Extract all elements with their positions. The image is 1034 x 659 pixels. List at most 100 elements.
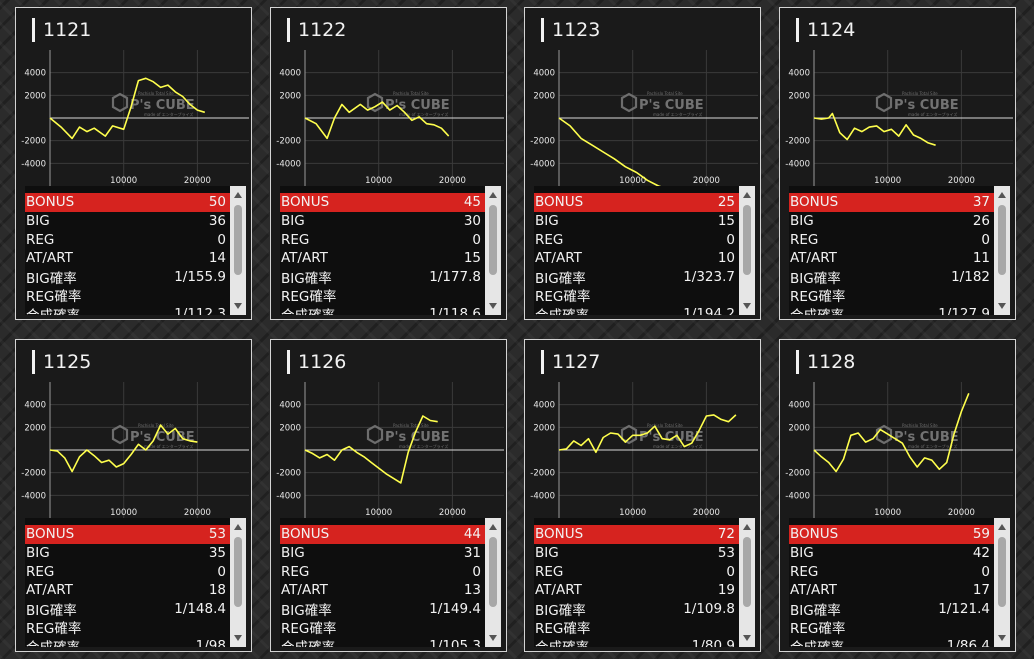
scroll-down-arrow-icon[interactable]	[743, 635, 751, 641]
machine-card[interactable]: 1128 P's CUBE Pachislo Total Site made of エ…	[779, 339, 1016, 652]
machine-card[interactable]: 1125 P's CUBE Pachislo Total Site made of エ…	[15, 339, 252, 652]
scroll-up-arrow-icon[interactable]	[743, 524, 751, 530]
stats-scrollbar[interactable]	[485, 186, 501, 315]
stat-label: AT/ART	[26, 250, 73, 267]
stat-value: 42	[972, 545, 990, 562]
scroll-down-arrow-icon[interactable]	[998, 635, 1006, 641]
machine-card[interactable]: 1124 P's CUBE Pachislo Total Site made of エ…	[779, 7, 1016, 320]
scroll-thumb[interactable]	[489, 537, 497, 607]
y-tick-label: -2000	[530, 469, 555, 479]
bonus-row: BONUS 44	[280, 525, 485, 544]
scroll-thumb[interactable]	[234, 537, 242, 607]
stats-scrollbar[interactable]	[739, 186, 755, 315]
stat-label: 合成確率	[281, 304, 335, 315]
stats-table: BONUS 50 BIG 36 REG 0 AT/ART 14 BIG確率 1/155.9 REG確…	[25, 186, 246, 315]
scroll-down-arrow-icon[interactable]	[743, 303, 751, 309]
x-tick-label: 20000	[184, 176, 211, 186]
stats-scrollbar[interactable]	[739, 518, 755, 647]
watermark-brand: P's CUBE	[130, 98, 195, 113]
machine-card[interactable]: 1126 P's CUBE Pachislo Total Site made of エ…	[270, 339, 507, 652]
scroll-thumb[interactable]	[234, 205, 242, 275]
scroll-down-arrow-icon[interactable]	[234, 303, 242, 309]
reg-row: REG 0	[789, 231, 994, 250]
y-tick-label: -4000	[276, 491, 301, 501]
reg-row: REG 0	[280, 563, 485, 582]
watermark-tagline-bottom: made of エンタープライズ	[144, 111, 193, 117]
bonus-row: BONUS 37	[789, 193, 994, 212]
slump-graph: P's CUBE Pachislo Total Site made of エンタープ…	[16, 380, 251, 520]
y-tick-label: 2000	[279, 91, 301, 101]
stat-value: 10	[717, 250, 735, 267]
scroll-thumb[interactable]	[998, 205, 1006, 275]
stat-value: 0	[472, 563, 481, 580]
stat-value: 1/194.2	[683, 305, 735, 315]
stats-table: BONUS 25 BIG 15 REG 0 AT/ART 10 BIG確率 1/323.7 REG確…	[534, 186, 755, 315]
scroll-up-arrow-icon[interactable]	[998, 192, 1006, 198]
stats-scrollbar[interactable]	[994, 518, 1010, 647]
watermark-tagline-top: Pachislo Total Site	[902, 91, 938, 96]
y-tick-label: -4000	[785, 491, 810, 501]
scroll-down-arrow-icon[interactable]	[489, 635, 497, 641]
stats-scrollbar[interactable]	[994, 186, 1010, 315]
y-tick-label: -4000	[530, 159, 555, 169]
scroll-up-arrow-icon[interactable]	[234, 524, 242, 530]
stat-value: 0	[472, 231, 481, 248]
big-row: BIG 15	[534, 212, 739, 231]
y-tick-label: 2000	[788, 423, 810, 433]
stat-label: BONUS	[790, 526, 839, 543]
big-rate-row: BIG確率 1/177.8	[280, 268, 485, 287]
scroll-up-arrow-icon[interactable]	[489, 192, 497, 198]
stats-scrollbar[interactable]	[230, 518, 246, 647]
bonus-row: BONUS 50	[25, 193, 230, 212]
stats-scrollbar[interactable]	[485, 518, 501, 647]
stat-label: AT/ART	[535, 250, 582, 267]
x-tick-label: 20000	[439, 176, 466, 186]
y-tick-label: -2000	[785, 469, 810, 479]
machine-card[interactable]: 1123 P's CUBE Pachislo Total Site made of エ…	[524, 7, 761, 320]
scroll-up-arrow-icon[interactable]	[234, 192, 242, 198]
stats-scrollbar[interactable]	[230, 186, 246, 315]
stat-value: 15	[717, 213, 735, 230]
machine-card[interactable]: 1127 P's CUBE Pachislo Total Site made of エ…	[524, 339, 761, 652]
big-row: BIG 31	[280, 544, 485, 563]
scroll-thumb[interactable]	[743, 537, 751, 607]
watermark-tagline-top: Pachislo Total Site	[647, 423, 683, 428]
stat-value: 1/121.4	[938, 600, 990, 617]
machine-number: 1126	[287, 350, 346, 374]
stat-value: 25	[717, 194, 735, 211]
stat-label: 合成確率	[535, 636, 589, 647]
scroll-down-arrow-icon[interactable]	[489, 303, 497, 309]
stat-label: BIG	[281, 545, 305, 562]
scroll-down-arrow-icon[interactable]	[234, 635, 242, 641]
stat-label: 合成確率	[26, 636, 80, 647]
scroll-thumb[interactable]	[489, 205, 497, 275]
machine-card[interactable]: 1122 P's CUBE Pachislo Total Site made of エ…	[270, 7, 507, 320]
slump-graph: P's CUBE Pachislo Total Site made of エンタープ…	[780, 48, 1015, 188]
bonus-row: BONUS 53	[25, 525, 230, 544]
scroll-thumb[interactable]	[998, 537, 1006, 607]
stat-label: BIG確率	[535, 270, 586, 287]
stat-label: REG	[790, 563, 819, 580]
stat-value: 14	[208, 250, 226, 267]
slump-graph: P's CUBE Pachislo Total Site made of エンタープ…	[271, 380, 506, 520]
y-tick-label: -2000	[276, 469, 301, 479]
stat-value: 1/155.9	[174, 268, 226, 285]
stats-table: BONUS 53 BIG 35 REG 0 AT/ART 18 BIG確率 1/148.4 REG確…	[25, 518, 246, 647]
watermark-tagline-top: Pachislo Total Site	[902, 423, 938, 428]
y-tick-label: -4000	[785, 159, 810, 169]
atart-row: AT/ART 11	[789, 249, 994, 268]
stat-value: 53	[717, 545, 735, 562]
big-rate-row: BIG確率 1/155.9	[25, 268, 230, 287]
scroll-up-arrow-icon[interactable]	[998, 524, 1006, 530]
scroll-thumb[interactable]	[743, 205, 751, 275]
cube-icon	[111, 92, 129, 113]
stat-label: AT/ART	[790, 582, 837, 599]
scroll-up-arrow-icon[interactable]	[489, 524, 497, 530]
scroll-down-arrow-icon[interactable]	[998, 303, 1006, 309]
reg-row: REG 0	[789, 563, 994, 582]
stat-value: 1/182	[951, 268, 990, 285]
machine-card[interactable]: 1121 P's CUBE Pachislo Total Site made of エ…	[15, 7, 252, 320]
x-tick-label: 20000	[184, 508, 211, 518]
stat-value: 1/177.8	[429, 268, 481, 285]
scroll-up-arrow-icon[interactable]	[743, 192, 751, 198]
